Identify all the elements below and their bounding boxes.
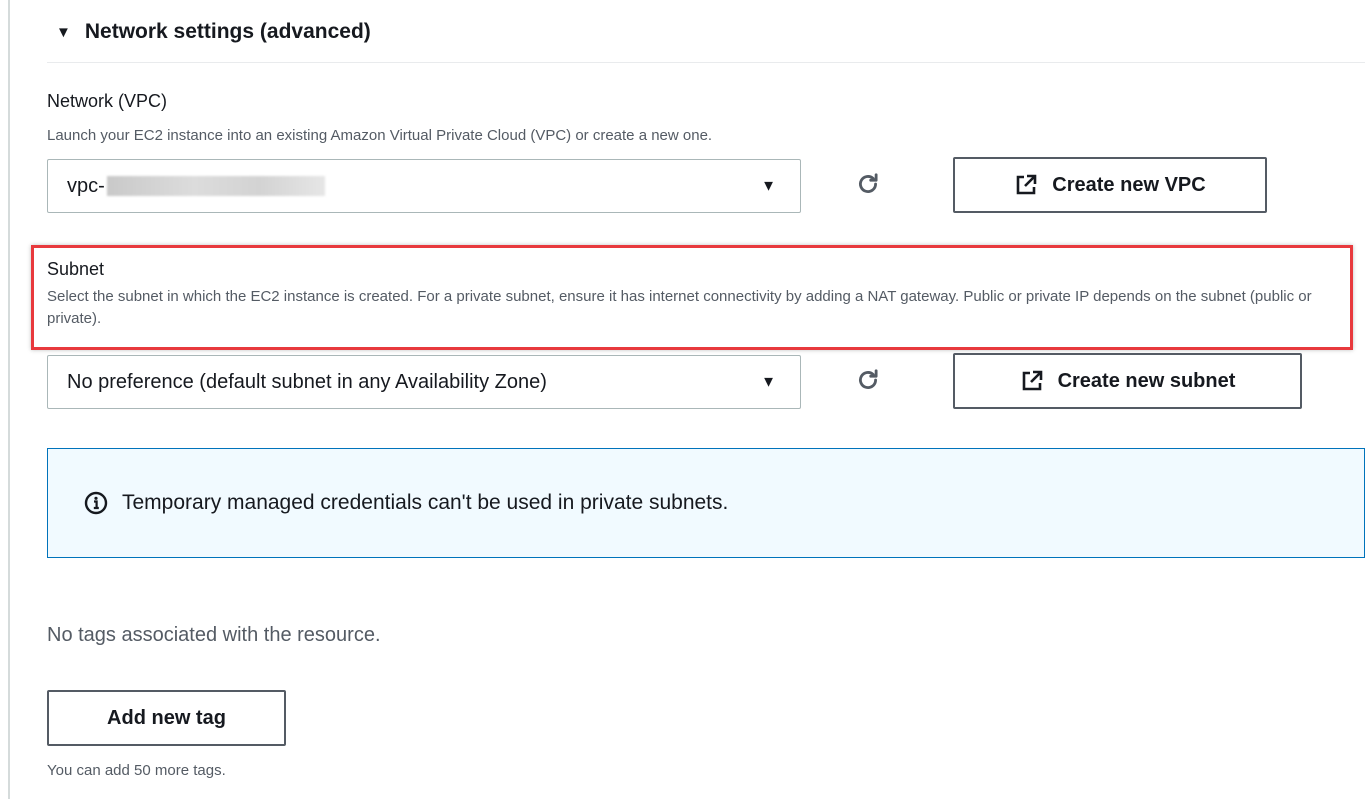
dropdown-arrow-icon: ▼: [761, 373, 776, 391]
left-border: [8, 0, 10, 799]
vpc-refresh-button[interactable]: [852, 168, 884, 200]
caret-down-icon: ▼: [56, 23, 71, 41]
vpc-select-value: vpc-: [67, 174, 105, 197]
info-alert: Temporary managed credentials can't be u…: [47, 448, 1365, 558]
redacted-vpc-id: [106, 176, 325, 196]
info-alert-text: Temporary managed credentials can't be u…: [122, 491, 729, 514]
dropdown-arrow-icon: ▼: [761, 177, 776, 195]
tags-remaining-note: You can add 50 more tags.: [47, 762, 226, 779]
refresh-icon: [859, 369, 878, 389]
create-new-vpc-button[interactable]: Create new VPC: [953, 157, 1267, 213]
network-settings-toggle[interactable]: ▼ Network settings (advanced): [56, 20, 371, 44]
subnet-highlight-annotation: [31, 245, 1353, 350]
subnet-refresh-button[interactable]: [852, 364, 884, 396]
vpc-select[interactable]: vpc- ▼: [47, 159, 801, 213]
create-new-subnet-button[interactable]: Create new subnet: [953, 353, 1302, 409]
vpc-description: Launch your EC2 instance into an existin…: [47, 127, 713, 144]
create-new-subnet-label: Create new subnet: [1057, 369, 1236, 392]
subnet-select[interactable]: No preference (default subnet in any Ava…: [47, 355, 801, 409]
section-divider: [47, 62, 1365, 63]
section-title: Network settings (advanced): [84, 20, 371, 43]
subnet-select-value: No preference (default subnet in any Ava…: [67, 370, 547, 393]
no-tags-text: No tags associated with the resource.: [47, 624, 381, 646]
add-new-tag-button[interactable]: Add new tag: [47, 690, 286, 746]
create-new-vpc-label: Create new VPC: [1052, 173, 1206, 196]
refresh-icon: [859, 173, 878, 193]
info-icon: [84, 491, 108, 515]
vpc-label: Network (VPC): [47, 91, 168, 111]
external-link-icon: [1022, 370, 1042, 391]
external-link-icon: [1016, 174, 1037, 195]
add-new-tag-label: Add new tag: [107, 706, 226, 729]
